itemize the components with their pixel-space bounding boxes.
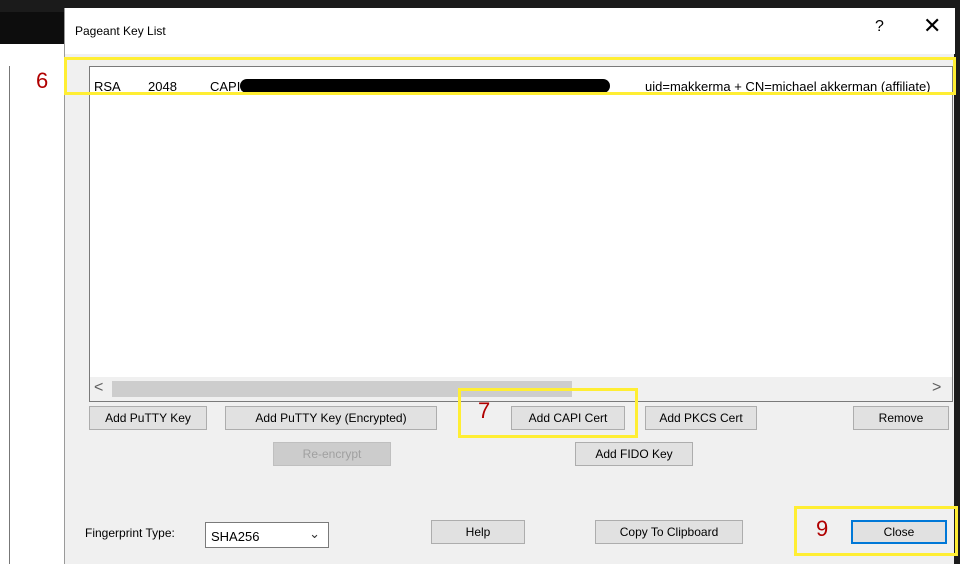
re-encrypt-button[interactable]: Re-encrypt: [273, 442, 391, 466]
add-pkcs-cert-button[interactable]: Add PKCS Cert: [645, 406, 757, 430]
callout-highlight-key-row: [64, 57, 956, 95]
add-fido-key-button[interactable]: Add FIDO Key: [575, 442, 693, 466]
help-button[interactable]: Help: [431, 520, 525, 544]
add-putty-key-encrypted-button[interactable]: Add PuTTY Key (Encrypted): [225, 406, 437, 430]
callout-number-6: 6: [36, 68, 49, 93]
background-left-dark: [0, 12, 72, 44]
scroll-right-arrow-icon[interactable]: >: [932, 379, 941, 397]
close-icon[interactable]: ✕: [923, 14, 941, 39]
help-question-icon[interactable]: ?: [875, 18, 884, 36]
background-left-divider: [0, 66, 10, 564]
callout-number-7: 7: [478, 398, 491, 423]
scroll-left-arrow-icon[interactable]: <: [94, 379, 103, 397]
remove-button[interactable]: Remove: [853, 406, 949, 430]
fingerprint-type-select[interactable]: SHA256 ⌄: [205, 522, 329, 548]
window-title: Pageant Key List: [75, 24, 166, 38]
add-putty-key-button[interactable]: Add PuTTY Key: [89, 406, 207, 430]
chevron-down-icon: ⌄: [309, 526, 320, 541]
fingerprint-type-label: Fingerprint Type:: [85, 526, 175, 540]
title-bar: Pageant Key List ? ✕: [65, 8, 955, 54]
key-list[interactable]: RSA 2048 CAPI: uid=makkerma + CN=michael…: [89, 66, 953, 402]
fingerprint-type-value: SHA256: [211, 529, 260, 544]
callout-number-9: 9: [816, 516, 829, 541]
copy-to-clipboard-button[interactable]: Copy To Clipboard: [595, 520, 743, 544]
